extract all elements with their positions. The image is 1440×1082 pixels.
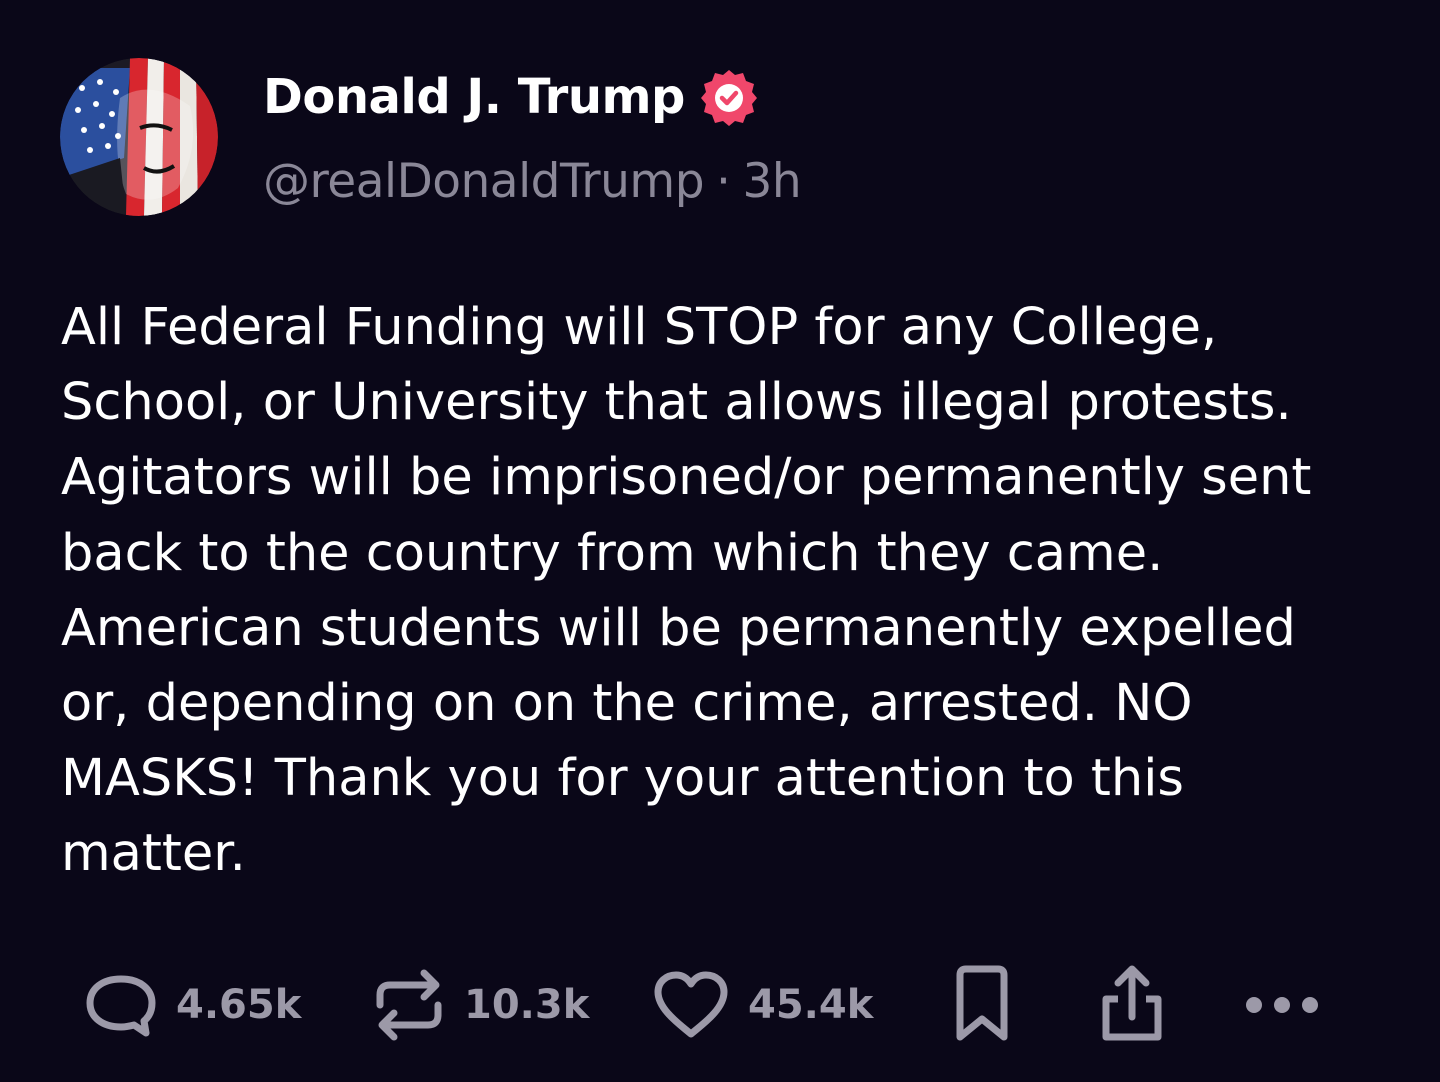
bookmark-icon [956,965,1008,1041]
author-meta: @realDonaldTrump · 3h [263,154,802,209]
post-text-line: School, or University that allows illega… [61,373,1292,433]
share-icon [1102,965,1162,1041]
verified-badge-icon [700,70,757,126]
meta-separator: · [716,154,731,209]
reply-count: 4.65k [176,982,302,1028]
repost-button[interactable]: 10.3k [372,965,589,1045]
post-text: All Federal Funding will STOP for any Co… [61,290,1391,892]
repost-icon [376,969,442,1041]
reply-icon [86,975,156,1037]
avatar[interactable] [60,58,218,216]
display-name[interactable]: Donald J. Trump [263,69,685,125]
reply-button[interactable]: 4.65k [84,965,301,1045]
post-text-line: MASKS! Thank you for your attention to t… [61,749,1184,809]
bookmark-button[interactable] [952,965,1012,1045]
share-button[interactable] [1096,965,1168,1045]
repost-count: 10.3k [464,982,590,1028]
like-button[interactable]: 45.4k [652,965,873,1045]
post-timestamp[interactable]: 3h [742,154,801,209]
avatar-image [60,58,218,216]
post-text-line: American students will be permanently ex… [61,598,1296,658]
post-text-line: All Federal Funding will STOP for any Co… [61,298,1218,357]
author-handle[interactable]: @realDonaldTrump [263,154,705,209]
more-icon [1246,997,1318,1013]
post-text-line: back to the country from which they came… [61,523,1164,583]
post-text-line: or, depending on on the crime, arrested.… [61,674,1193,734]
post-text-line: matter. [61,824,246,884]
heart-icon [654,971,728,1038]
post-text-line: Agitators will be imprisoned/or permanen… [61,448,1312,508]
more-button[interactable] [1244,965,1320,1045]
like-count: 45.4k [748,982,874,1028]
author-name-row: Donald J. Trump [263,68,759,126]
